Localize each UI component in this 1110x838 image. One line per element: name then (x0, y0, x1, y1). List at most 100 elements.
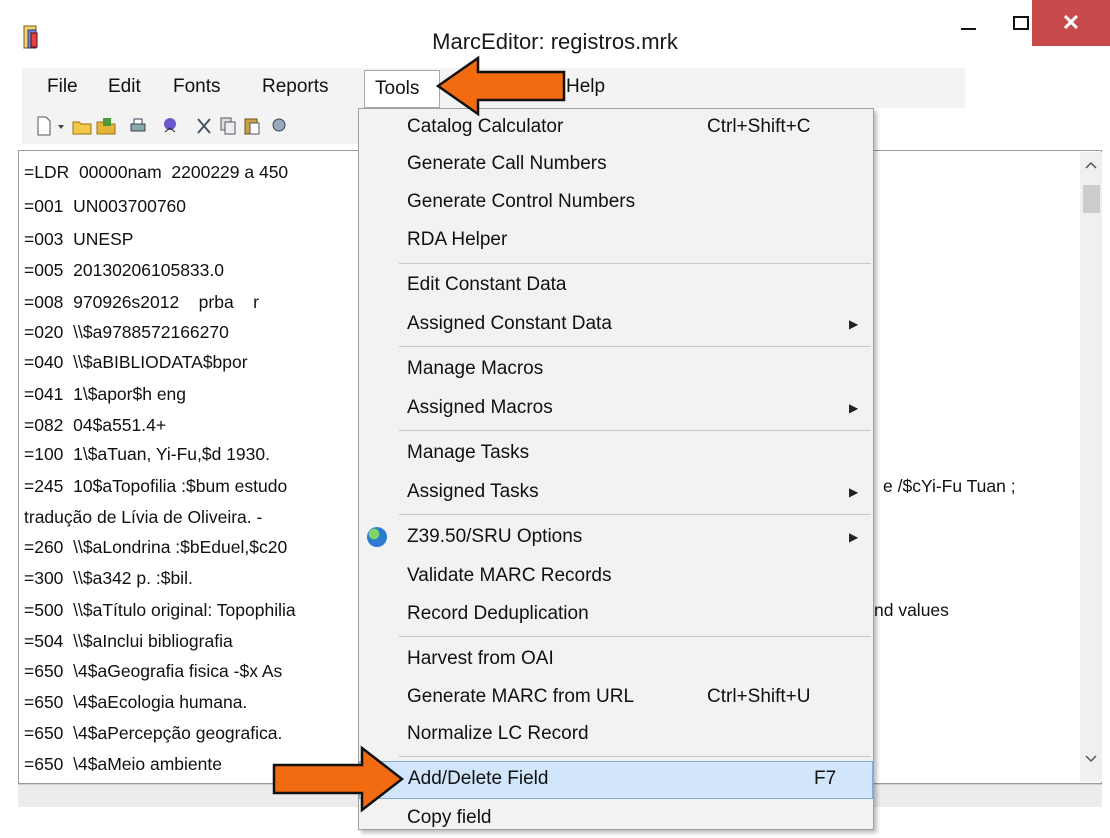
record-line-020: =020 \\$a9788572166270 (24, 322, 229, 342)
submenu-arrow-icon: ▶ (849, 485, 859, 499)
record-line-003: =003 UNESP (24, 229, 134, 249)
record-line-300: =300 \\$a342 p. :$bil. (24, 568, 193, 588)
menu-item-z3950-sru-options[interactable]: Z39.50/SRU Options ▶ (359, 519, 873, 557)
menu-item-record-deduplication[interactable]: Record Deduplication (359, 596, 873, 634)
toolbar (22, 108, 362, 144)
menu-separator (399, 636, 871, 637)
menu-item-label: Generate Call Numbers (407, 153, 607, 174)
record-line-245-tail: e /$cYi-Fu Tuan ; (883, 476, 1016, 496)
menu-item-label: Generate MARC from URL (407, 686, 635, 707)
menu-item-label: Assigned Macros (407, 397, 553, 418)
menu-item-label: Z39.50/SRU Options (407, 526, 583, 547)
menu-item-label: Assigned Tasks (407, 481, 539, 502)
menu-item-label: Catalog Calculator (407, 116, 564, 137)
menu-item-assigned-macros[interactable]: Assigned Macros ▶ (359, 390, 873, 428)
record-line-245: =245 10$aTopofilia :$bum estudo (24, 476, 288, 496)
paste-icon[interactable] (242, 116, 262, 136)
menu-item-copy-field[interactable]: Copy field (359, 800, 873, 838)
record-line-260: =260 \\$aLondrina :$bEduel,$c20 (24, 537, 288, 557)
record-line-041: =041 1\$apor$h eng (24, 384, 187, 404)
record-line-005: =005 20130206105833.0 (24, 260, 224, 280)
cut-icon[interactable] (194, 116, 214, 136)
close-button[interactable]: ✕ (1032, 0, 1110, 46)
new-file-icon[interactable] (34, 116, 54, 136)
print-icon[interactable] (128, 116, 148, 136)
record-line-008: =008 970926s2012 prba r (24, 292, 259, 312)
menu-help[interactable]: Help (566, 76, 605, 98)
record-line-500: =500 \\$aTítulo original: Topophilia (24, 600, 296, 620)
menu-separator (399, 346, 871, 347)
record-line-500-tail: nd values (874, 600, 949, 620)
menu-separator (399, 756, 871, 757)
minimize-button[interactable] (940, 0, 998, 46)
menu-separator (399, 514, 871, 515)
menu-item-label: Normalize LC Record (407, 723, 589, 744)
menu-tools-label: Tools (375, 78, 420, 99)
menu-item-label: RDA Helper (407, 229, 508, 250)
submenu-arrow-icon: ▶ (849, 317, 859, 331)
menu-edit[interactable]: Edit (108, 76, 141, 98)
menu-item-add-delete-field[interactable]: Add/Delete Field F7 (359, 761, 873, 799)
record-line-245-cont: tradução de Lívia de Oliveira. - (24, 507, 263, 527)
find-icon[interactable] (270, 116, 290, 136)
menu-item-manage-tasks[interactable]: Manage Tasks (359, 435, 873, 473)
record-line-650-b: =650 \4$aEcologia humana. (24, 692, 248, 712)
record-line-650-a: =650 \4$aGeografia fisica -$x As (24, 661, 283, 681)
menu-item-normalize-lc-record[interactable]: Normalize LC Record (359, 716, 873, 754)
menu-item-generate-marc-from-url[interactable]: Generate MARC from URL Ctrl+Shift+U (359, 679, 873, 717)
scroll-up-icon[interactable] (1084, 160, 1098, 170)
record-line-001: =001 UN003700760 (24, 196, 187, 216)
open-folder-icon[interactable] (72, 116, 92, 136)
menu-item-harvest-from-oai[interactable]: Harvest from OAI (359, 641, 873, 679)
menu-item-label: Harvest from OAI (407, 648, 554, 669)
menu-fonts[interactable]: Fonts (173, 76, 221, 98)
scroll-down-icon[interactable] (1084, 754, 1098, 764)
menu-item-label: Manage Tasks (407, 442, 530, 463)
menu-item-generate-call-numbers[interactable]: Generate Call Numbers (359, 146, 873, 184)
minimize-icon (961, 28, 976, 30)
menu-item-shortcut: F7 (814, 768, 837, 789)
menu-item-label: Add/Delete Field (408, 768, 549, 789)
record-line-650-c: =650 \4$aPercepção geografica. (24, 723, 283, 743)
record-line-040: =040 \\$aBIBLIODATA$bpor (24, 352, 248, 372)
menu-item-assigned-tasks[interactable]: Assigned Tasks ▶ (359, 474, 873, 512)
maximize-icon (1013, 16, 1029, 30)
tools-dropdown-menu: Catalog Calculator Ctrl+Shift+C Generate… (358, 108, 874, 830)
menu-item-label: Edit Constant Data (407, 274, 567, 295)
menu-item-edit-constant-data[interactable]: Edit Constant Data (359, 267, 873, 305)
menu-item-rda-helper[interactable]: RDA Helper (359, 222, 873, 260)
copy-icon[interactable] (218, 116, 238, 136)
record-line-ldr: =LDR 00000nam 2200229 a 450 (24, 162, 289, 182)
close-icon: ✕ (1061, 10, 1081, 35)
dropdown-arrow-icon[interactable] (56, 116, 66, 136)
menu-separator (399, 430, 871, 431)
vertical-scrollbar[interactable] (1080, 152, 1102, 782)
annotation-arrow-tools-icon (436, 55, 566, 117)
spellcheck-icon[interactable] (160, 116, 180, 136)
menu-item-label: Copy field (407, 807, 492, 828)
record-line-082: =082 04$a551.4+ (24, 415, 167, 435)
menu-item-label: Manage Macros (407, 358, 544, 379)
submenu-arrow-icon: ▶ (849, 401, 859, 415)
menu-item-label: Validate MARC Records (407, 565, 612, 586)
save-folder-icon[interactable] (96, 116, 116, 136)
menu-reports[interactable]: Reports (262, 76, 329, 98)
record-line-504: =504 \\$aInclui bibliografia (24, 631, 233, 651)
menu-item-generate-control-numbers[interactable]: Generate Control Numbers (359, 184, 873, 222)
menu-item-validate-marc-records[interactable]: Validate MARC Records (359, 558, 873, 596)
globe-icon (367, 527, 387, 547)
menu-item-label: Record Deduplication (407, 603, 589, 624)
record-line-100: =100 1\$aTuan, Yi-Fu,$d 1930. (24, 444, 270, 464)
menu-item-manage-macros[interactable]: Manage Macros (359, 351, 873, 389)
menu-item-label: Generate Control Numbers (407, 191, 636, 212)
record-line-650-d: =650 \4$aMeio ambiente (24, 754, 222, 774)
annotation-arrow-add-delete-field-icon (272, 745, 405, 813)
menu-item-label: Assigned Constant Data (407, 313, 612, 334)
menu-item-shortcut: Ctrl+Shift+U (707, 686, 811, 707)
menu-file[interactable]: File (47, 76, 78, 98)
menu-separator (399, 263, 871, 264)
marceditor-window: MarcEditor: registros.mrk ✕ File Edit Fo… (0, 0, 1110, 830)
menu-tools[interactable]: Tools (364, 70, 440, 108)
menu-item-assigned-constant-data[interactable]: Assigned Constant Data ▶ (359, 306, 873, 344)
scrollbar-thumb[interactable] (1083, 185, 1100, 213)
